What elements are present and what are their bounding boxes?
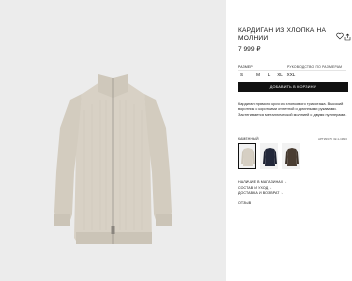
- size-selector: S M L XL XXL: [240, 72, 297, 78]
- swatch-brown[interactable]: [282, 143, 300, 169]
- swatch-stone[interactable]: [238, 143, 256, 169]
- divider: [238, 70, 346, 71]
- info-links: НАЛИЧИЕ В МАГАЗИНАХ › СОСТАВ И УХОД › ДО…: [238, 180, 348, 206]
- size-option-s[interactable]: S: [240, 72, 253, 78]
- product-title: КАРДИГАН ИЗ ХЛОПКА НА МОЛНИИ: [238, 27, 327, 43]
- size-option-l[interactable]: L: [264, 72, 275, 78]
- delivery-label: ДОСТАВКА И ВОЗВРАТ: [238, 191, 280, 195]
- chevron-right-icon: ›: [285, 180, 287, 184]
- product-image[interactable]: [0, 0, 226, 281]
- chevron-right-icon: ›: [281, 191, 283, 195]
- heart-outline-icon[interactable]: [336, 27, 344, 40]
- product-price: 7 999 ₽: [238, 46, 261, 53]
- size-option-m[interactable]: M: [253, 72, 264, 78]
- color-swatches: [238, 143, 300, 169]
- delivery-link[interactable]: ДОСТАВКА И ВОЗВРАТ ›: [238, 191, 348, 197]
- swatch-navy[interactable]: [260, 143, 278, 169]
- size-guide-link[interactable]: РУКОВОДСТВО ПО РАЗМЕРАМ: [287, 65, 342, 69]
- size-option-xxl[interactable]: XXL: [286, 72, 297, 78]
- share-link[interactable]: ОТЗЫВ: [238, 201, 348, 207]
- size-caption: РАЗМЕР: [238, 65, 253, 69]
- share-icon[interactable]: [344, 28, 351, 41]
- share-label: ОТЗЫВ: [238, 200, 252, 205]
- color-name: КАМЕННЫЙ: [238, 137, 259, 141]
- article-number: АРТИКУЛ: 32-1-1993: [318, 137, 347, 141]
- product-description: Кардиган прямого кроя из хлопкового трик…: [238, 101, 347, 117]
- size-option-xl[interactable]: XL: [275, 72, 286, 78]
- cardigan-illustration: [0, 0, 226, 281]
- add-to-bag-button[interactable]: ДОБАВИТЬ В КОРЗИНУ: [238, 82, 348, 92]
